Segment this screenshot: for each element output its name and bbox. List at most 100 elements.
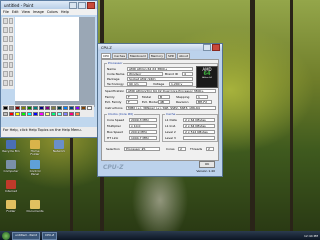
maximize-button[interactable]: [78, 1, 86, 9]
taskbar-item-paint[interactable]: untitled - Paint: [12, 231, 40, 240]
taskbar-item-cpuz[interactable]: CPU-Z: [42, 231, 58, 240]
color-swatch[interactable]: [63, 106, 68, 110]
menu-file[interactable]: File: [3, 10, 9, 14]
color-swatch[interactable]: [15, 111, 20, 116]
color-swatch[interactable]: [69, 111, 74, 116]
desktop-icon[interactable]: Recycle Bin: [2, 140, 20, 153]
field-label: Model: [142, 95, 152, 99]
rectangle-tool-icon[interactable]: [3, 71, 8, 78]
color-swatch[interactable]: [9, 111, 14, 116]
computer-icon: [6, 160, 16, 169]
desktop-icon[interactable]: Control Panel: [26, 160, 44, 176]
color-swatch[interactable]: [3, 106, 8, 110]
voltage-value: 1.200 v: [169, 82, 193, 86]
color-swatch[interactable]: [21, 106, 26, 110]
cpu-name-value: AMD Athlon 64 X2 3800+: [127, 67, 193, 71]
processor-group: Processor Name AMD Athlon 64 X2 3800+ Co…: [104, 61, 218, 88]
close-button[interactable]: [212, 44, 220, 51]
stepping-value: 1: [196, 95, 208, 99]
color-swatch[interactable]: [57, 106, 62, 110]
color-swatch[interactable]: [51, 106, 56, 110]
field-label: L1 Data: [165, 118, 177, 122]
magnifier-tool-icon[interactable]: [8, 35, 13, 42]
close-button[interactable]: [87, 1, 95, 9]
group-label: Cache: [165, 112, 177, 116]
airbrush-tool-icon[interactable]: [3, 53, 8, 60]
desktop-icon[interactable]: Home Folder: [26, 140, 44, 156]
curve-tool-icon[interactable]: [8, 62, 13, 69]
color-swatch[interactable]: [33, 111, 38, 116]
field-label: Level 2: [165, 130, 176, 134]
color-swatch[interactable]: [39, 106, 44, 110]
processor-select[interactable]: Processor #1: [124, 147, 160, 151]
desktop-icon-label: Recycle Bin: [2, 149, 20, 153]
field-label: Instructions: [105, 106, 123, 110]
desktop-icon[interactable]: Folder: [2, 200, 20, 213]
cpuz-titlebar[interactable]: CPU-Z: [98, 44, 222, 51]
group-label: Clocks (Core #0): [107, 112, 135, 116]
color-swatch[interactable]: [87, 106, 92, 110]
rounded-rect-tool-icon[interactable]: [8, 80, 13, 87]
menu-help[interactable]: Help: [61, 10, 69, 14]
menu-image[interactable]: Image: [33, 10, 44, 14]
desktop-icon-label: Internet: [5, 189, 17, 193]
menu-edit[interactable]: Edit: [12, 10, 19, 14]
desktop-icon-label: Folder: [6, 209, 16, 213]
threads-value: 2: [206, 147, 214, 151]
color-swatch[interactable]: [39, 111, 44, 116]
color-swatch[interactable]: [75, 111, 80, 116]
select-tool-icon[interactable]: [8, 18, 13, 24]
internet-icon: [6, 180, 16, 189]
color-swatch[interactable]: [3, 111, 8, 116]
color-swatch[interactable]: [45, 111, 50, 116]
field-label: Multiplier: [107, 124, 121, 128]
desktop-icon[interactable]: Documents: [26, 200, 44, 213]
color-swatch[interactable]: [21, 111, 26, 116]
paint-titlebar[interactable]: untitled - Paint: [1, 1, 97, 9]
field-label: Bus Speed: [107, 130, 123, 134]
desktop-icon-label: Home Folder: [30, 149, 40, 156]
color-swatch[interactable]: [63, 111, 68, 116]
color-swatch[interactable]: [51, 111, 56, 116]
color-swatch[interactable]: [33, 106, 38, 110]
free-select-tool-icon[interactable]: [3, 18, 8, 24]
color-swatch[interactable]: [69, 106, 74, 110]
text-tool-icon[interactable]: [8, 53, 13, 60]
menu-view[interactable]: View: [22, 10, 30, 14]
menu-colors[interactable]: Colors: [47, 10, 58, 14]
color-swatch[interactable]: [27, 111, 32, 116]
color-swatch[interactable]: [57, 111, 62, 116]
color-swatch[interactable]: [81, 106, 86, 110]
revision-value: BH-F2: [196, 100, 212, 104]
ellipse-tool-icon[interactable]: [3, 80, 8, 87]
group-label: Processor: [107, 61, 124, 65]
desktop-icon[interactable]: Network: [50, 140, 68, 153]
cache-group: Cache L1 Data 2 x 64 KBytes L1 Inst. 2 x…: [162, 112, 218, 142]
minimize-button[interactable]: [69, 1, 77, 9]
minimize-button[interactable]: [203, 44, 211, 51]
drawing-canvas[interactable]: [15, 17, 79, 101]
desktop-icon[interactable]: Internet: [2, 180, 20, 193]
tree-trunk: [250, 0, 255, 231]
line-tool-icon[interactable]: [3, 62, 8, 69]
ok-button[interactable]: OK: [199, 161, 215, 168]
pencil-tool-icon[interactable]: [3, 44, 8, 51]
field-label: Code Name: [107, 72, 125, 76]
brush-tool-icon[interactable]: [8, 44, 13, 51]
color-swatch[interactable]: [27, 106, 32, 110]
model-value: B: [158, 95, 170, 99]
field-label: Family: [105, 95, 115, 99]
eraser-tool-icon[interactable]: [3, 26, 8, 33]
color-swatch[interactable]: [15, 106, 20, 110]
field-label: Level 3: [165, 136, 176, 140]
color-swatch[interactable]: [9, 106, 14, 110]
ext-family-value: F: [126, 100, 138, 104]
polygon-tool-icon[interactable]: [8, 71, 13, 78]
start-button[interactable]: [2, 231, 10, 240]
picker-tool-icon[interactable]: [3, 35, 8, 42]
color-swatch[interactable]: [75, 106, 80, 110]
fill-tool-icon[interactable]: [8, 26, 13, 33]
color-swatch[interactable]: [45, 106, 50, 110]
version-label: Version 1.40: [196, 169, 215, 173]
desktop-icon[interactable]: Computer: [2, 160, 20, 173]
